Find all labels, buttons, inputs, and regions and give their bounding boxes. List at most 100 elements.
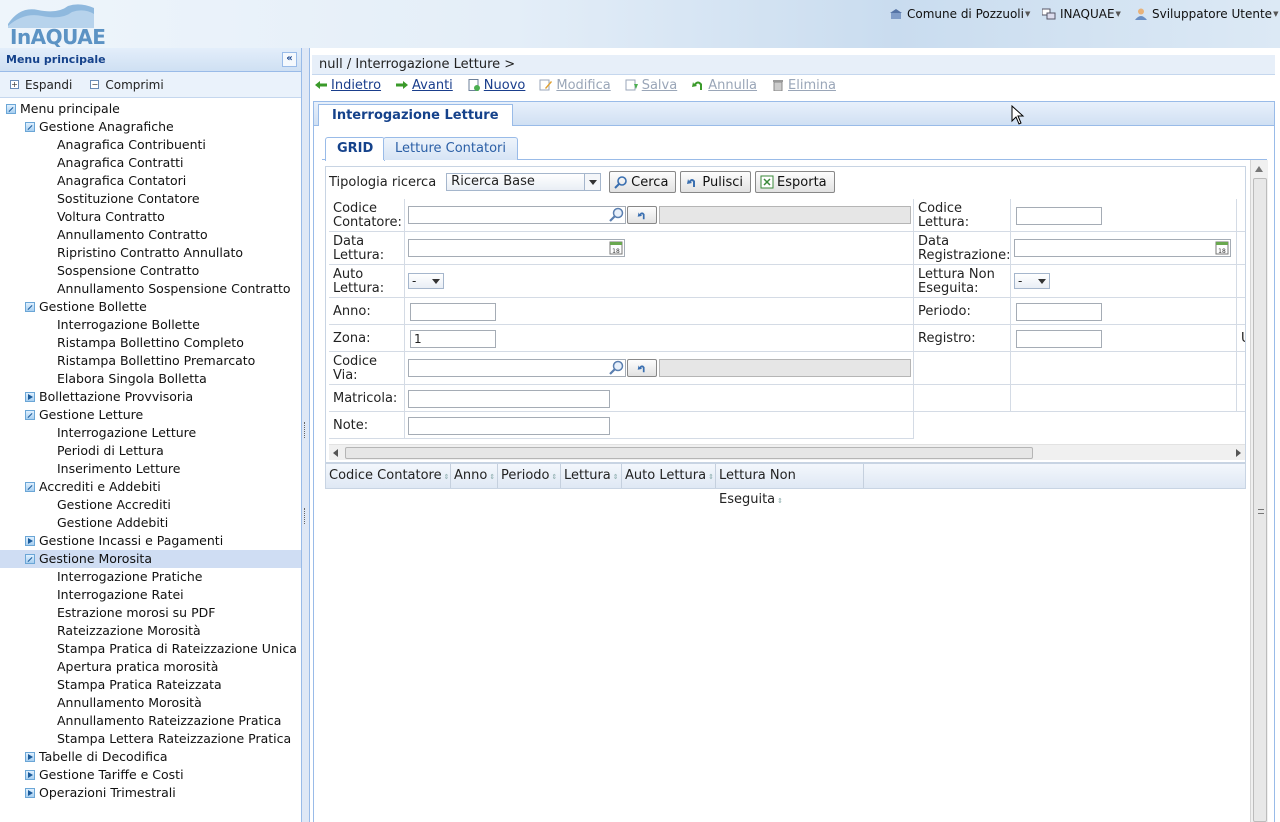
grid-column-header[interactable]: Lettura ⇕ (561, 464, 622, 488)
periodo-input[interactable] (1016, 303, 1102, 321)
grid-column-header[interactable]: Codice Contatore ⇕ (326, 464, 451, 488)
tree-item[interactable]: Menu principale (0, 100, 301, 118)
tree-item[interactable]: Anagrafica Contratti (0, 154, 301, 172)
tree-item[interactable]: Annullamento Morosità (0, 694, 301, 712)
tree-item[interactable]: Interrogazione Ratei (0, 586, 301, 604)
ente-menu[interactable]: INAQUAE ▼ (1042, 6, 1121, 22)
codice-via-input[interactable] (408, 359, 626, 377)
tree-item[interactable]: Gestione Addebiti (0, 514, 301, 532)
tab-letture-contatori[interactable]: Letture Contatori (383, 137, 518, 160)
tree-item[interactable]: Stampa Pratica Rateizzata (0, 676, 301, 694)
tree-item[interactable]: Periodi di Lettura (0, 442, 301, 460)
expand-node-icon[interactable] (25, 788, 35, 798)
grid-column-header[interactable]: Lettura Non Eseguita ⇕ (716, 464, 864, 507)
tree-item[interactable]: Annullamento Sospensione Contratto (0, 280, 301, 298)
tree-item[interactable]: Anagrafica Contribuenti (0, 136, 301, 154)
scroll-left-icon[interactable] (333, 449, 338, 457)
expand-node-icon[interactable] (25, 770, 35, 780)
tree-item[interactable]: Inserimento Letture (0, 460, 301, 478)
scroll-right-icon[interactable] (1236, 449, 1241, 457)
tree-item[interactable]: Ripristino Contratto Annullato (0, 244, 301, 262)
panel-title-tab[interactable]: Interrogazione Letture (318, 104, 513, 126)
clear-button[interactable]: Pulisci (680, 171, 752, 193)
scroll-thumb[interactable] (1253, 178, 1267, 822)
collapse-node-icon[interactable] (25, 554, 35, 564)
grid-column-header[interactable]: Auto Lettura ⇕ (622, 464, 716, 488)
tree-item[interactable]: Voltura Contratto (0, 208, 301, 226)
zona-input[interactable]: 1 (410, 330, 496, 348)
tree-item[interactable]: Apertura pratica morosità (0, 658, 301, 676)
undo-button[interactable]: Annulla (691, 78, 757, 93)
forward-button[interactable]: Avanti (395, 78, 453, 93)
calendar-icon[interactable]: 18 (1215, 241, 1229, 255)
expand-node-icon[interactable] (25, 536, 35, 546)
tree-item[interactable]: Gestione Letture (0, 406, 301, 424)
reset-via-button[interactable] (627, 359, 657, 377)
expand-all-button[interactable]: + Espandi (10, 78, 72, 92)
tree-item[interactable]: Interrogazione Bollette (0, 316, 301, 334)
grid-column-header[interactable]: Periodo ⇕ (498, 464, 561, 488)
sidebar-splitter[interactable] (302, 48, 310, 822)
tree-item[interactable]: Stampa Lettera Rateizzazione Pratica (0, 730, 301, 748)
collapse-all-button[interactable]: − Comprimi (90, 78, 164, 92)
tree-item[interactable]: Gestione Incassi e Pagamenti (0, 532, 301, 550)
magnifier-icon[interactable] (609, 207, 625, 223)
tree-item[interactable]: Ristampa Bollettino Premarcato (0, 352, 301, 370)
edit-button[interactable]: Modifica (539, 78, 611, 93)
lettura-non-eseguita-select[interactable]: - (1014, 273, 1050, 289)
collapse-node-icon[interactable] (25, 122, 35, 132)
tree-item[interactable]: Gestione Accrediti (0, 496, 301, 514)
tree-item[interactable]: Rateizzazione Morosità (0, 622, 301, 640)
search-button[interactable]: Cerca (609, 171, 677, 193)
search-type-select[interactable]: Ricerca Base (446, 173, 602, 191)
tree-item[interactable]: Sostituzione Contatore (0, 190, 301, 208)
tree-item[interactable]: Sospensione Contratto (0, 262, 301, 280)
tree-item[interactable]: Estrazione morosi su PDF (0, 604, 301, 622)
user-menu[interactable]: Sviluppatore Utente ▼ (1134, 6, 1278, 22)
delete-button[interactable]: Elimina (771, 78, 836, 93)
data-lettura-input[interactable] (408, 239, 625, 257)
export-button[interactable]: Esporta (755, 171, 835, 193)
data-registrazione-input[interactable] (1014, 239, 1231, 257)
tree-item[interactable]: Anagrafica Contatori (0, 172, 301, 190)
expand-node-icon[interactable] (25, 392, 35, 402)
back-button[interactable]: Indietro (314, 78, 381, 93)
hscroll-thumb[interactable] (345, 447, 1033, 459)
collapse-node-icon[interactable] (25, 410, 35, 420)
tree-item[interactable]: Gestione Morosita (0, 550, 301, 568)
collapse-node-icon[interactable] (6, 104, 16, 114)
grid-column-header[interactable]: Anno ⇕ (451, 464, 498, 488)
note-input[interactable] (408, 417, 610, 435)
matricola-input[interactable] (408, 390, 610, 408)
tree-item[interactable]: Bollettazione Provvisoria (0, 388, 301, 406)
codice-contatore-input[interactable] (408, 206, 626, 224)
collapse-sidebar-icon[interactable]: « (282, 52, 297, 67)
horizontal-scrollbar[interactable] (329, 444, 1245, 460)
reset-contatore-button[interactable] (627, 206, 657, 224)
anno-input[interactable] (410, 303, 496, 321)
calendar-icon[interactable]: 18 (609, 241, 623, 255)
tree-item[interactable]: Stampa Pratica di Rateizzazione Unica (0, 640, 301, 658)
tree-item[interactable]: Gestione Bollette (0, 298, 301, 316)
tree-item[interactable]: Annullamento Rateizzazione Pratica (0, 712, 301, 730)
tree-item[interactable]: Interrogazione Letture (0, 424, 301, 442)
comune-menu[interactable]: Comune di Pozzuoli ▼ (889, 6, 1030, 22)
tree-item[interactable]: Operazioni Trimestrali (0, 784, 301, 802)
save-button[interactable]: Salva (625, 78, 677, 93)
tree-item[interactable]: Annullamento Contratto (0, 226, 301, 244)
tree-item[interactable]: Accrediti e Addebiti (0, 478, 301, 496)
magnifier-icon[interactable] (609, 360, 625, 376)
collapse-node-icon[interactable] (25, 482, 35, 492)
tree-item[interactable]: Gestione Anagrafiche (0, 118, 301, 136)
tree-item[interactable]: Tabelle di Decodifica (0, 748, 301, 766)
tree-item[interactable]: Gestione Tariffe e Costi (0, 766, 301, 784)
collapse-node-icon[interactable] (25, 302, 35, 312)
auto-lettura-select[interactable]: - (408, 273, 444, 289)
tree-item[interactable]: Interrogazione Pratiche (0, 568, 301, 586)
vertical-scrollbar[interactable] (1250, 160, 1268, 822)
tree-item[interactable]: Elabora Singola Bolletta (0, 370, 301, 388)
registro-input[interactable] (1016, 330, 1102, 348)
codice-lettura-input[interactable] (1016, 207, 1102, 225)
tab-grid[interactable]: GRID (325, 137, 386, 161)
tree-item[interactable]: Ristampa Bollettino Completo (0, 334, 301, 352)
